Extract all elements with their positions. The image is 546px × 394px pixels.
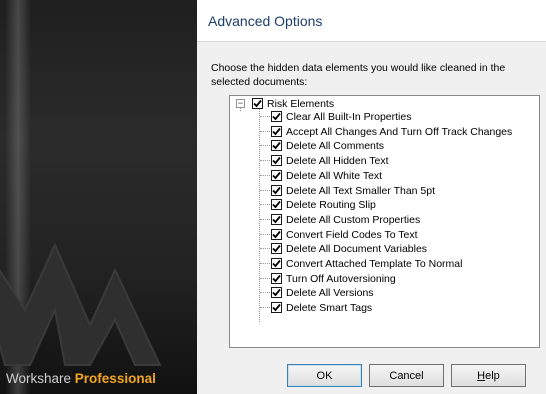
tree-item[interactable]: Convert Attached Template To Normal xyxy=(271,257,462,270)
tree-item-connector xyxy=(260,248,270,249)
tree-item-checkbox[interactable] xyxy=(271,170,282,181)
tree-item-checkbox[interactable] xyxy=(271,302,282,313)
tree-item-connector xyxy=(260,219,270,220)
tree-item-connector xyxy=(260,175,270,176)
tree-item-label: Convert Attached Template To Normal xyxy=(286,257,463,270)
tree-item-label: Delete All Versions xyxy=(286,286,374,299)
tree-item-connector xyxy=(260,234,270,235)
tree-item-checkbox[interactable] xyxy=(271,199,282,210)
tree-item[interactable]: Delete All Versions xyxy=(271,286,374,299)
tree-item[interactable]: Delete All White Text xyxy=(271,169,382,182)
checkmark-icon xyxy=(272,186,281,195)
brand-name-plain: Workshare xyxy=(6,371,72,386)
tree-item[interactable]: Delete All Custom Properties xyxy=(271,213,420,226)
cancel-button-label: Cancel xyxy=(389,369,424,382)
tree-item-label: Delete All Hidden Text xyxy=(286,154,389,167)
tree-item[interactable]: Accept All Changes And Turn Off Track Ch… xyxy=(271,125,512,138)
tree-item-checkbox[interactable] xyxy=(271,185,282,196)
tree-item-checkbox[interactable] xyxy=(271,243,282,254)
checkmark-icon xyxy=(272,244,281,253)
advanced-options-dialog: Advanced Options Choose the hidden data … xyxy=(197,0,546,394)
tree-item[interactable]: Convert Field Codes To Text xyxy=(271,228,418,241)
tree-item[interactable]: Delete All Text Smaller Than 5pt xyxy=(271,184,435,197)
tree-item-connector xyxy=(260,160,270,161)
checkmark-icon xyxy=(272,156,281,165)
checkmark-icon xyxy=(272,288,281,297)
tree-item-label: Accept All Changes And Turn Off Track Ch… xyxy=(286,125,513,138)
tree-item-connector xyxy=(260,292,270,293)
checkmark-icon xyxy=(272,259,281,268)
tree-item-checkbox[interactable] xyxy=(271,126,282,137)
tree-branch-line xyxy=(259,109,260,322)
tree-item-checkbox[interactable] xyxy=(271,214,282,225)
risk-elements-checkbox[interactable] xyxy=(252,98,263,109)
tree-item-checkbox[interactable] xyxy=(271,111,282,122)
tree-item[interactable]: Delete All Hidden Text xyxy=(271,154,389,167)
tree-item[interactable]: Delete All Comments xyxy=(271,139,384,152)
tree-item-checkbox[interactable] xyxy=(271,229,282,240)
checkmark-icon xyxy=(272,303,281,312)
tree-item[interactable]: Turn Off Autoversioning xyxy=(271,272,396,285)
tree-collapse-icon[interactable]: − xyxy=(236,99,245,108)
tree-item-label: Turn Off Autoversioning xyxy=(286,272,396,285)
tree-item-label: Delete All Custom Properties xyxy=(286,213,421,226)
brand-panel: Workshare Professional xyxy=(0,0,197,394)
tree-root-label: Risk Elements xyxy=(267,97,335,110)
checkmark-icon xyxy=(272,171,281,180)
tree-root-connector xyxy=(240,108,241,111)
dialog-instructions: Choose the hidden data elements you woul… xyxy=(211,62,506,88)
tree-item-checkbox[interactable] xyxy=(271,287,282,298)
checkmark-icon xyxy=(272,141,281,150)
tree-item-connector xyxy=(260,278,270,279)
tree-item[interactable]: Delete Routing Slip xyxy=(271,198,376,211)
tree-item-connector xyxy=(260,190,270,191)
checkmark-icon xyxy=(272,274,281,283)
tree-root-risk-elements[interactable]: Risk Elements xyxy=(252,97,334,110)
checkmark-icon xyxy=(272,112,281,121)
tree-item-connector xyxy=(260,131,270,132)
checkmark-icon xyxy=(253,99,262,108)
tree-item-connector xyxy=(260,263,270,264)
workshare-w-logo-icon xyxy=(0,242,162,366)
tree-item[interactable]: Clear All Built-In Properties xyxy=(271,110,411,123)
tree-item-label: Convert Field Codes To Text xyxy=(286,228,418,241)
checkmark-icon xyxy=(272,127,281,136)
help-mnemonic: H xyxy=(477,369,486,382)
brand-name: Workshare Professional xyxy=(6,371,156,386)
tree-item-checkbox[interactable] xyxy=(271,140,282,151)
tree-item-checkbox[interactable] xyxy=(271,273,282,284)
tree-item-label: Delete All Comments xyxy=(286,139,385,152)
hidden-data-tree[interactable]: − Risk Elements Clear All Built-In Prope… xyxy=(229,95,540,348)
checkmark-icon xyxy=(272,215,281,224)
tree-item-connector xyxy=(260,204,270,205)
tree-item-label: Delete All White Text xyxy=(286,169,383,182)
dialog-title: Advanced Options xyxy=(208,13,323,29)
tree-item-connector xyxy=(260,307,270,308)
checkmark-icon xyxy=(272,230,281,239)
tree-item-checkbox[interactable] xyxy=(271,155,282,166)
tree-item-checkbox[interactable] xyxy=(271,258,282,269)
tree-item-connector xyxy=(260,116,270,117)
tree-item[interactable]: Delete All Document Variables xyxy=(271,242,427,255)
tree-item-label: Clear All Built-In Properties xyxy=(286,110,412,123)
tree-item-connector xyxy=(260,145,270,146)
tree-item-label: Delete All Text Smaller Than 5pt xyxy=(286,184,436,197)
ok-button-label: OK xyxy=(316,369,333,382)
tree-item[interactable]: Delete Smart Tags xyxy=(271,301,372,314)
tree-item-label: Delete All Document Variables xyxy=(286,242,428,255)
tree-item-label: Delete Routing Slip xyxy=(286,198,376,211)
tree-item-label: Delete Smart Tags xyxy=(286,301,373,314)
cancel-button[interactable]: Cancel xyxy=(369,364,444,387)
checkmark-icon xyxy=(272,200,281,209)
dialog-header: Advanced Options xyxy=(197,0,546,42)
help-button-label-rest: elp xyxy=(485,369,500,382)
ok-button[interactable]: OK xyxy=(287,364,362,387)
brand-name-strong: Professional xyxy=(74,371,156,386)
help-button[interactable]: Help xyxy=(451,364,526,387)
